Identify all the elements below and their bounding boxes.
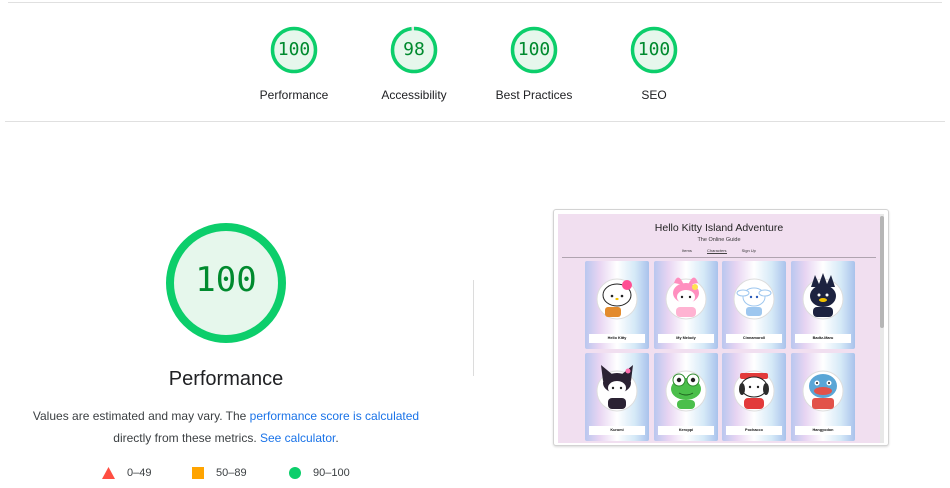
badtz-maru-image (802, 273, 844, 320)
score-calculated-link[interactable]: performance score is calculated (250, 409, 419, 423)
character-name: Keroppi (658, 426, 714, 435)
kuromi-image (596, 365, 638, 412)
screenshot-scrollbar-thumb (880, 216, 884, 328)
legend-pass-label: 90–100 (313, 467, 350, 479)
character-name: Hangyodon (795, 426, 851, 435)
character-name: My Melody (658, 334, 714, 343)
site-nav: Items Characters Sign Up (558, 248, 880, 254)
top-divider (8, 2, 942, 3)
character-card: Hello Kitty (585, 261, 649, 349)
circle-icon (289, 467, 301, 479)
character-card: Badtz-Maru (791, 261, 855, 349)
desc-text: . (335, 431, 339, 445)
character-name: Cinnamoroll (726, 334, 782, 343)
legend-fail: 0–49 (102, 464, 151, 482)
section-divider (5, 121, 945, 122)
category-gauges: 100 Performance 98 Accessibility 100 Bes… (0, 26, 950, 106)
legend-average-label: 50–89 (216, 467, 247, 479)
gauge-label: SEO (641, 88, 667, 102)
site-subtitle: The Online Guide (697, 237, 741, 243)
gauge-label: Best Practices (495, 88, 573, 102)
character-name: Hello Kitty (589, 334, 645, 343)
site-title: Hello Kitty Island Adventure (654, 222, 784, 234)
gauge-seo[interactable]: 100 SEO (594, 26, 714, 102)
triangle-icon (102, 467, 115, 479)
performance-score: 100 (195, 260, 257, 300)
desc-text: directly from these metrics. (113, 431, 260, 445)
metrics-description: Values are estimated and may vary. The p… (20, 405, 432, 449)
character-name: Badtz-Maru (795, 334, 851, 343)
square-icon (192, 467, 204, 479)
character-card: Cinnamoroll (722, 261, 786, 349)
character-name: Kuromi (589, 426, 645, 435)
gauge-label: Accessibility (381, 88, 447, 102)
character-name: Pochacco (726, 426, 782, 435)
gauge-accessibility[interactable]: 98 Accessibility (354, 26, 474, 102)
screenshot-page: Hello Kitty Island Adventure The Online … (558, 214, 884, 443)
site-header-line (562, 257, 876, 258)
character-card: Keroppi (654, 353, 718, 441)
gauge-score: 100 (517, 39, 551, 60)
desc-text: Values are estimated and may vary. The (32, 409, 250, 423)
site-nav-signup: Sign Up (741, 248, 756, 253)
gauge-score: 100 (637, 39, 671, 60)
hello-kitty-image (596, 278, 638, 320)
gauge-performance[interactable]: 100 Performance (234, 26, 354, 102)
performance-title: Performance (168, 368, 284, 390)
gauge-score: 98 (403, 39, 425, 60)
character-card: Pochacco (722, 353, 786, 441)
gauge-score: 100 (277, 39, 311, 60)
final-screenshot[interactable]: Hello Kitty Island Adventure The Online … (553, 209, 889, 446)
see-calculator-link[interactable]: See calculator (260, 431, 335, 445)
character-card: Hangyodon (791, 353, 855, 441)
character-card: My Melody (654, 261, 718, 349)
legend-fail-label: 0–49 (127, 467, 152, 479)
legend-average: 50–89 (192, 464, 247, 482)
cinnamoroll-image (733, 278, 775, 320)
site-nav-characters: Characters (706, 248, 727, 254)
site-nav-items: Items (682, 248, 692, 253)
gauge-label: Performance (259, 88, 329, 102)
pochacco-image (733, 370, 775, 412)
character-card: Kuromi (585, 353, 649, 441)
gauge-best-practices[interactable]: 100 Best Practices (474, 26, 594, 102)
score-legend: 0–49 50–89 90–100 (100, 464, 400, 482)
hangyodon-image (802, 370, 844, 412)
my-melody-image (665, 277, 707, 320)
legend-pass: 90–100 (289, 464, 350, 482)
vertical-divider (473, 280, 474, 376)
keroppi-image (665, 370, 707, 412)
